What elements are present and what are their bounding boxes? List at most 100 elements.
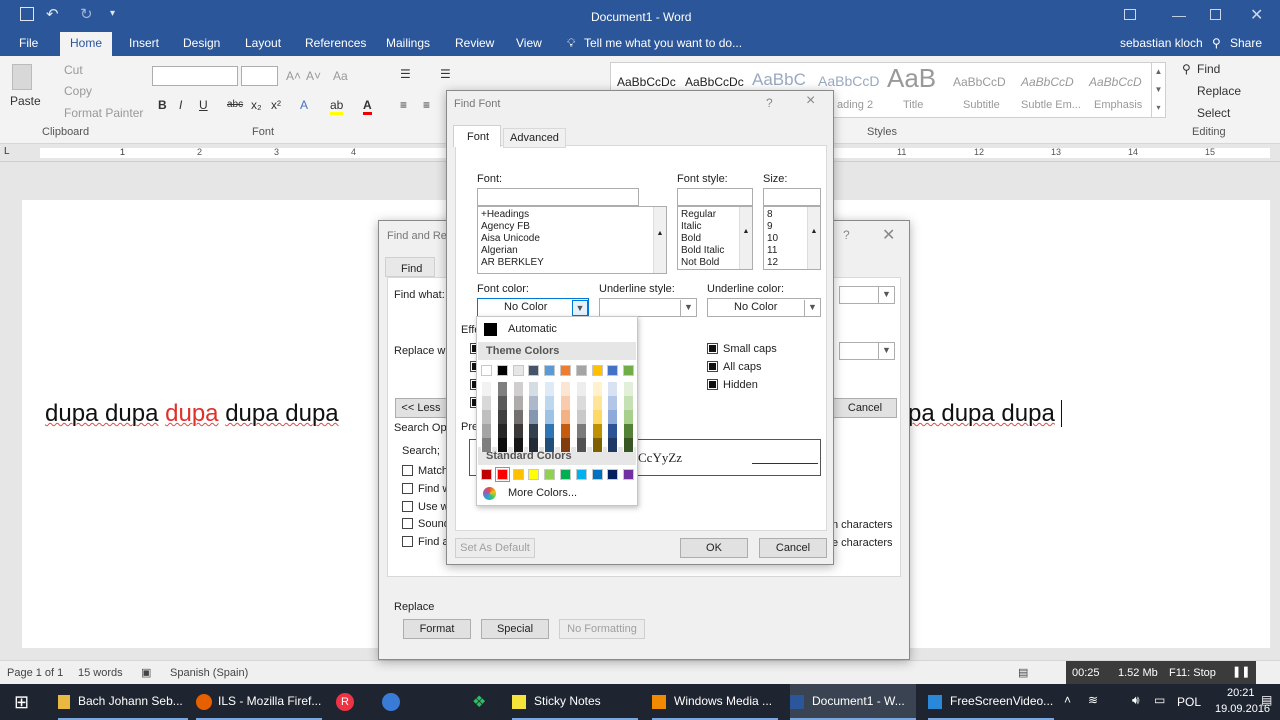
find-all-forms-checkbox[interactable] (402, 536, 413, 547)
standard-color-swatch[interactable] (591, 469, 603, 480)
standard-color-swatch[interactable] (607, 469, 619, 480)
word-count[interactable]: 15 words (78, 667, 123, 679)
font-cancel-button[interactable]: Cancel (759, 538, 827, 558)
standard-color-swatch[interactable] (544, 469, 556, 480)
theme-shade-swatch[interactable] (607, 438, 619, 452)
theme-color-swatch[interactable] (591, 365, 603, 376)
change-case-icon[interactable]: Aa (333, 69, 348, 83)
font-size-box[interactable] (241, 66, 278, 86)
chevron-down-icon[interactable]: ▼ (804, 300, 820, 316)
style-heading-2[interactable]: AaBbCcD (818, 73, 879, 89)
italic-icon[interactable]: I (179, 98, 182, 112)
font-style-input[interactable] (677, 188, 753, 206)
tab-file[interactable]: File (19, 36, 38, 50)
tab-layout[interactable]: Layout (245, 36, 281, 50)
restore-icon[interactable] (1210, 9, 1221, 20)
minimize-icon[interactable]: — (1172, 7, 1186, 23)
numbering-icon[interactable]: ☰ (440, 67, 451, 81)
standard-color-swatch[interactable] (494, 467, 510, 482)
pause-icon[interactable]: ❚❚ (1232, 665, 1250, 678)
evernote-icon[interactable]: ❖ (472, 692, 486, 712)
subscript-icon[interactable]: x₂ (251, 98, 262, 112)
grow-font-icon[interactable]: A˄ (286, 69, 301, 83)
theme-shade-swatch[interactable] (544, 424, 556, 438)
style-heading-1[interactable]: AaBbC (752, 70, 806, 90)
standard-color-swatch[interactable] (512, 469, 524, 480)
theme-shade-swatch[interactable] (528, 410, 540, 424)
share-button[interactable]: Share (1230, 36, 1262, 50)
read-mode-icon[interactable]: ▤ (1018, 666, 1028, 679)
tray-chevron-icon[interactable]: ˄ (1064, 693, 1071, 707)
styles-scroll-icon[interactable]: ▲ ▼ ▾ (1151, 63, 1165, 117)
chevron-down-icon[interactable]: ▼ (878, 343, 894, 359)
style-normal[interactable]: AaBbCcDc (617, 75, 676, 89)
match-case-checkbox[interactable] (402, 465, 413, 476)
list-item[interactable]: Aisa Unicode (481, 233, 663, 245)
underline-icon[interactable]: U (199, 98, 208, 112)
close-dialog-icon[interactable]: × (806, 92, 815, 110)
tab-advanced[interactable]: Advanced (503, 128, 566, 148)
replace-button[interactable]: Replace (1197, 84, 1241, 98)
font-name-box[interactable] (152, 66, 238, 86)
r-app-icon[interactable]: R (336, 693, 354, 711)
taskbar-item-bach[interactable]: Bach Johann Seb... (58, 684, 188, 720)
clock-time[interactable]: 20:21 (1227, 687, 1255, 699)
list-item[interactable]: Algerian (481, 245, 663, 257)
theme-shade-swatch[interactable] (623, 410, 635, 424)
shrink-font-icon[interactable]: A˅ (306, 69, 321, 83)
underline-color-dropdown[interactable]: No Color ▼ (707, 298, 821, 317)
tab-find[interactable]: Find (385, 257, 435, 277)
taskbar-item-sticky[interactable]: Sticky Notes (512, 684, 638, 720)
font-color-icon[interactable]: A (363, 98, 372, 115)
theme-shade-swatch[interactable] (544, 410, 556, 424)
find-replace-cancel-button[interactable]: Cancel (833, 398, 897, 418)
font-color-dropdown[interactable]: No Color ▼ (477, 298, 589, 317)
theme-shade-swatch[interactable] (496, 424, 508, 438)
less-button[interactable]: << Less (395, 398, 447, 418)
theme-shade-swatch[interactable] (560, 424, 571, 438)
taskbar-item-recorder[interactable]: FreeScreenVideo... (928, 684, 1054, 720)
notifications-icon[interactable]: ▤ (1261, 693, 1272, 707)
help-icon[interactable]: ? (766, 96, 773, 110)
theme-color-swatch[interactable] (575, 365, 587, 376)
theme-shade-swatch[interactable] (528, 396, 540, 410)
theme-shade-swatch[interactable] (607, 396, 619, 410)
theme-shade-swatch[interactable] (512, 382, 524, 396)
standard-color-swatch[interactable] (528, 469, 540, 480)
theme-shade-swatch[interactable] (496, 438, 508, 452)
close-window-icon[interactable]: ✕ (1250, 5, 1263, 25)
font-list[interactable]: +Headings Agency FB Aisa Unicode Algeria… (477, 206, 667, 274)
message-icon[interactable]: ▭ (1154, 693, 1165, 707)
format-button[interactable]: Format (403, 619, 471, 639)
language[interactable]: Spanish (Spain) (170, 667, 248, 679)
theme-shade-swatch[interactable] (481, 410, 492, 424)
theme-shade-swatch[interactable] (607, 382, 619, 396)
theme-shade-swatch[interactable] (544, 438, 556, 452)
bullets-icon[interactable]: ☰ (400, 67, 411, 81)
text-effects-icon[interactable]: A (300, 98, 308, 112)
no-formatting-button[interactable]: No Formatting (559, 619, 645, 639)
record-stop[interactable]: F11: Stop (1169, 667, 1216, 679)
style-emphasis[interactable]: AaBbCcD (1089, 75, 1142, 89)
theme-shade-swatch[interactable] (512, 438, 524, 452)
theme-shade-swatch[interactable] (544, 382, 556, 396)
find-what-dropdown[interactable]: ▼ (839, 286, 895, 304)
theme-color-swatch[interactable] (544, 365, 556, 376)
theme-shade-swatch[interactable] (591, 396, 603, 410)
find-whole-checkbox[interactable] (402, 483, 413, 494)
theme-shade-swatch[interactable] (560, 438, 571, 452)
redo-icon[interactable]: ↻ (80, 5, 93, 23)
input-language[interactable]: POL (1177, 695, 1201, 709)
tab-selector-icon[interactable]: L (4, 146, 10, 157)
tab-references[interactable]: References (305, 36, 366, 50)
hidden-checkbox[interactable] (707, 379, 718, 390)
list-item[interactable]: Agency FB (481, 221, 663, 233)
chevron-down-icon[interactable]: ▼ (878, 287, 894, 303)
theme-shade-swatch[interactable] (528, 382, 540, 396)
paste-icon[interactable] (12, 64, 32, 90)
theme-shade-swatch[interactable] (496, 396, 508, 410)
ribbon-display-icon[interactable] (1124, 9, 1136, 20)
tab-design[interactable]: Design (183, 36, 220, 50)
standard-color-swatch[interactable] (560, 469, 571, 480)
theme-shade-swatch[interactable] (528, 424, 540, 438)
